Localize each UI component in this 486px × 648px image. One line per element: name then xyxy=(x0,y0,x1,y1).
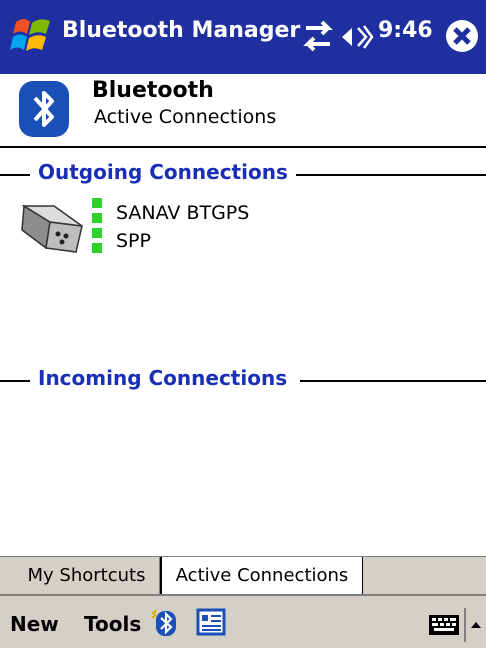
connectivity-icon[interactable] xyxy=(302,18,334,54)
serial-port-device-icon[interactable] xyxy=(18,200,88,262)
new-menu[interactable]: New xyxy=(10,612,59,636)
app-title: Bluetooth Manager xyxy=(62,18,301,43)
tab-my-shortcuts[interactable]: My Shortcuts xyxy=(14,557,160,594)
title-bar: Bluetooth Manager 9:46 xyxy=(0,0,486,74)
bluetooth-icon xyxy=(19,81,69,137)
close-icon[interactable] xyxy=(444,18,480,54)
page-title: Bluetooth xyxy=(92,78,214,103)
outgoing-label: Outgoing Connections xyxy=(38,160,288,184)
section-rule xyxy=(0,174,30,176)
bluetooth-menu-icon[interactable] xyxy=(150,608,180,638)
divider xyxy=(0,146,486,148)
tab-strip-fill xyxy=(363,557,486,594)
signal-bar xyxy=(92,213,102,223)
tab-active-connections[interactable]: Active Connections xyxy=(160,557,364,595)
keyboard-icon[interactable] xyxy=(428,614,460,636)
tab-strip: My Shortcuts Active Connections xyxy=(0,556,486,595)
signal-strength-indicator xyxy=(92,198,102,256)
connection-item[interactable]: SPP xyxy=(116,230,151,252)
tools-menu[interactable]: Tools xyxy=(84,612,141,636)
outgoing-section-header: Outgoing Connections xyxy=(0,160,486,190)
menu-bar: New Tools xyxy=(0,594,486,648)
page-subtitle: Active Connections xyxy=(94,106,277,128)
volume-icon[interactable] xyxy=(340,22,374,52)
signal-bar xyxy=(92,243,102,253)
signal-bar xyxy=(92,228,102,238)
section-rule xyxy=(300,380,486,382)
page-header: Bluetooth Active Connections xyxy=(0,74,486,140)
up-arrow-icon[interactable] xyxy=(464,608,486,642)
windows-logo-icon[interactable] xyxy=(10,14,56,58)
incoming-section-header: Incoming Connections xyxy=(0,366,486,396)
clock[interactable]: 9:46 xyxy=(378,18,433,43)
contact-card-icon[interactable] xyxy=(196,608,226,636)
connection-item[interactable]: SANAV BTGPS xyxy=(116,202,249,224)
incoming-label: Incoming Connections xyxy=(38,366,288,390)
section-rule xyxy=(296,174,486,176)
tab-strip-fill xyxy=(0,557,14,594)
section-rule xyxy=(0,380,30,382)
signal-bar xyxy=(92,198,102,208)
